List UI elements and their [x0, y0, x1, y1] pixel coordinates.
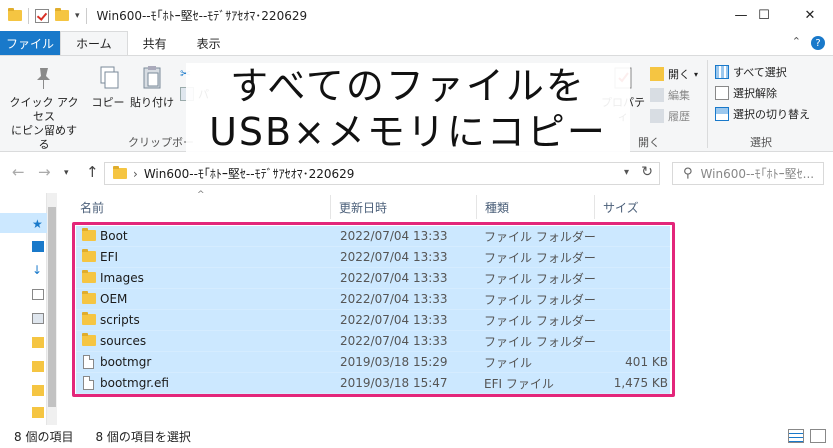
select-none-icon: [715, 86, 729, 100]
folder-icon: [8, 8, 22, 21]
folder-icon[interactable]: [32, 337, 44, 348]
properties-check-icon[interactable]: [35, 8, 49, 23]
recent-dropdown-icon[interactable]: ▾: [64, 168, 69, 178]
pin-quick-access-button[interactable]: クイック アクセス にピン留めする: [6, 64, 82, 152]
open-group-label: 開く: [638, 136, 660, 149]
caption-line-1: すべてのファイルを: [230, 64, 586, 108]
selection-highlight-frame: [72, 222, 675, 397]
desktop-icon[interactable]: [32, 241, 44, 252]
scrollbar-thumb[interactable]: [48, 207, 56, 407]
edit-icon: [650, 88, 664, 102]
column-modified[interactable]: 更新日時: [330, 195, 476, 219]
nav-scrollbar[interactable]: [47, 193, 57, 425]
clipboard-group-label: クリップボー: [128, 136, 194, 149]
select-group-label: 選択: [750, 136, 772, 149]
address-bar-row: ← → ▾ ↑ › Win600--ﾓ｢ﾎﾄｰ堅ｾ--ﾓﾃﾞｻｱｾｵﾏ･2206…: [0, 155, 833, 191]
close-icon: ✕: [804, 8, 816, 23]
column-header-row: 名前 更新日時 種類 サイズ: [68, 195, 833, 219]
select-none-button[interactable]: 選択解除: [715, 83, 777, 103]
quick-access-toolbar: ▾: [0, 7, 87, 24]
tab-view[interactable]: 表示: [182, 31, 236, 55]
divider: [85, 7, 87, 24]
pin-icon: [30, 64, 58, 92]
paste-label: 貼り付け: [130, 96, 174, 109]
history-label: 履歴: [668, 110, 690, 123]
help-icon[interactable]: ?: [811, 36, 825, 50]
folder-icon: [113, 166, 127, 179]
paste-icon: [138, 64, 166, 92]
documents-icon[interactable]: [32, 289, 44, 300]
copy-icon: [94, 64, 122, 92]
edit-label: 編集: [668, 89, 690, 102]
back-arrow-icon[interactable]: ←: [12, 163, 25, 181]
copy-button[interactable]: コピー: [88, 64, 128, 110]
status-bar: 8 個の項目 8 個の項目を選択: [0, 425, 833, 448]
caption-line-2: USB×メモリにコピー: [209, 110, 607, 154]
up-arrow-icon[interactable]: ↑: [86, 163, 99, 181]
invert-selection-button[interactable]: 選択の切り替え: [715, 104, 810, 124]
maximize-icon: ☐: [758, 8, 770, 23]
item-count: 8 個の項目: [14, 430, 74, 444]
paste-button[interactable]: 貼り付け: [128, 64, 176, 110]
history-icon: [650, 109, 664, 123]
collapse-ribbon-icon[interactable]: ⌃: [792, 35, 801, 48]
search-icon: ⚲: [683, 166, 693, 181]
search-placeholder: Win600--ﾓ｢ﾎﾄｰ堅ｾ...: [700, 167, 815, 181]
path-chevron-icon: ›: [133, 166, 138, 181]
column-size[interactable]: サイズ: [594, 195, 674, 219]
large-icons-view-icon[interactable]: [810, 429, 826, 443]
overlay-caption: すべてのファイルを USB×メモリにコピー: [186, 63, 630, 155]
select-all-button[interactable]: すべて選択: [715, 62, 787, 82]
address-field[interactable]: › Win600--ﾓ｢ﾎﾄｰ堅ｾ--ﾓﾃﾞｻｱｾｵﾏ･220629 ▾ ↻: [104, 162, 660, 185]
column-type[interactable]: 種類: [476, 195, 596, 219]
history-button: 履歴: [650, 106, 690, 126]
open-button[interactable]: 開く ▾: [650, 64, 698, 84]
forward-arrow-icon[interactable]: →: [38, 163, 51, 181]
pin-label: クイック アクセス: [9, 96, 79, 123]
close-button[interactable]: ✕: [787, 0, 833, 31]
invert-selection-label: 選択の切り替え: [733, 108, 810, 121]
navigation-pane: ★ ↓: [0, 193, 47, 425]
new-folder-icon[interactable]: [55, 8, 69, 21]
folder-icon[interactable]: [32, 407, 44, 418]
quick-access-star-icon[interactable]: ★: [32, 217, 43, 231]
select-all-icon: [715, 65, 729, 79]
edit-button: 編集: [650, 85, 690, 105]
select-none-label: 選択解除: [733, 87, 777, 100]
divider: [28, 7, 29, 24]
qat-dropdown-icon[interactable]: ▾: [75, 11, 80, 21]
invert-selection-icon: [715, 107, 729, 121]
address-path: Win600--ﾓ｢ﾎﾄｰ堅ｾ--ﾓﾃﾞｻｱｾｵﾏ･220629: [143, 167, 355, 181]
title-bar: ▾ Win600--ﾓ｢ﾎﾄｰ堅ｾ--ﾓﾃﾞｻｱｾｵﾏ･220629 — ☐ ✕: [0, 0, 833, 31]
folder-icon[interactable]: [32, 361, 44, 372]
refresh-icon[interactable]: ↻: [641, 164, 653, 180]
address-dropdown-icon[interactable]: ▾: [624, 167, 629, 178]
maximize-button[interactable]: ☐: [741, 0, 787, 31]
tab-file[interactable]: ファイル: [0, 31, 60, 55]
column-name[interactable]: 名前: [72, 195, 332, 219]
ribbon-tabs: ファイル ホーム 共有 表示 ⌃ ?: [0, 31, 833, 55]
selected-count: 8 個の項目を選択: [95, 430, 191, 444]
search-input[interactable]: ⚲ Win600--ﾓ｢ﾎﾄｰ堅ｾ...: [672, 162, 824, 185]
details-view-icon[interactable]: [788, 429, 804, 443]
divider: [707, 60, 708, 148]
pictures-icon[interactable]: [32, 313, 44, 324]
tab-share[interactable]: 共有: [128, 31, 182, 55]
open-dropdown-icon: ▾: [694, 69, 699, 79]
open-label: 開く: [668, 68, 690, 81]
downloads-icon[interactable]: ↓: [32, 263, 42, 277]
select-all-label: すべて選択: [733, 66, 787, 79]
folder-icon[interactable]: [32, 385, 44, 396]
pin-label-2: にピン留めする: [11, 124, 77, 151]
copy-label: コピー: [91, 96, 125, 109]
window-title: Win600--ﾓ｢ﾎﾄｰ堅ｾ--ﾓﾃﾞｻｱｾｵﾏ･220629: [96, 9, 308, 23]
tab-home[interactable]: ホーム: [60, 31, 128, 55]
open-icon: [650, 67, 664, 81]
